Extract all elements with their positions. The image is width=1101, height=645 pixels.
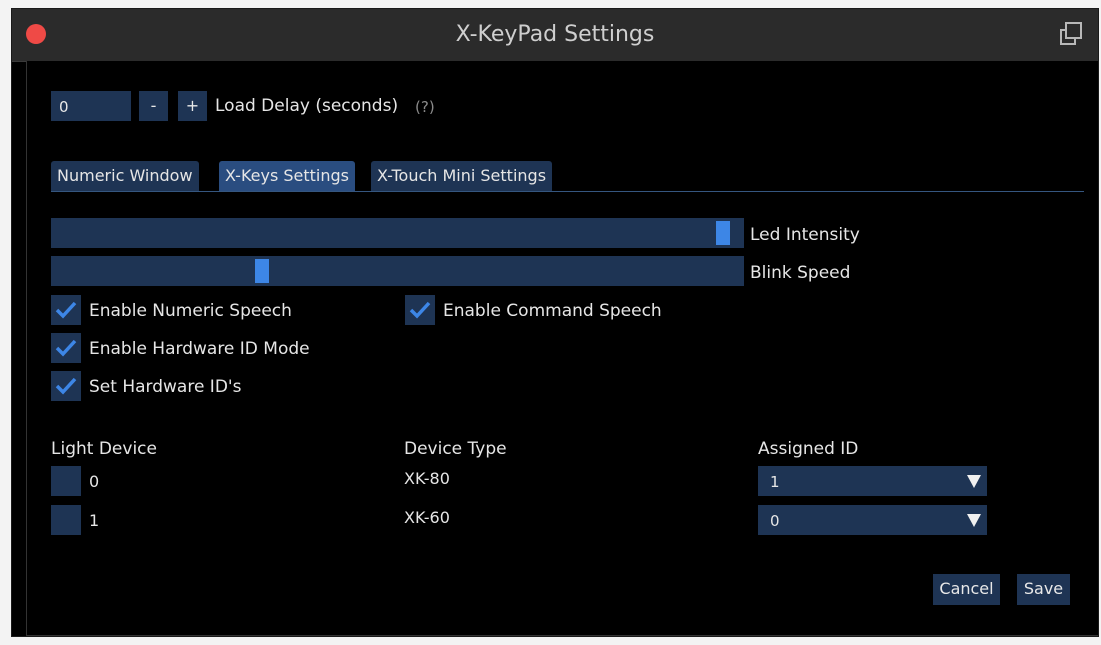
light-device-button-0[interactable]: [51, 466, 81, 496]
device-type: XK-60: [404, 508, 450, 527]
enable-hardware-id-mode-label: Enable Hardware ID Mode: [89, 339, 310, 359]
save-button[interactable]: Save: [1017, 574, 1070, 605]
assigned-id-select-0[interactable]: 1: [758, 466, 987, 496]
tab-divider: [51, 191, 1084, 192]
led-intensity-slider[interactable]: [51, 218, 744, 248]
assigned-id-select-1[interactable]: 0: [758, 505, 987, 535]
triangle-down-icon: [967, 475, 981, 488]
load-delay-help-icon[interactable]: (?): [415, 98, 435, 116]
set-hardware-ids-label: Set Hardware ID's: [89, 377, 242, 397]
enable-numeric-speech-label: Enable Numeric Speech: [89, 301, 292, 321]
assigned-id-value: 1: [770, 473, 780, 491]
dropdown-toggle[interactable]: [957, 466, 987, 496]
led-intensity-slider-thumb[interactable]: [716, 221, 730, 245]
light-device-button-1[interactable]: [51, 505, 81, 535]
tab-x-touch-mini-settings[interactable]: X-Touch Mini Settings: [371, 161, 553, 191]
device-index: 0: [89, 472, 100, 491]
load-delay-input[interactable]: 0: [51, 91, 131, 121]
dropdown-toggle[interactable]: [957, 505, 987, 535]
checkmark-icon: [55, 377, 77, 395]
blink-speed-slider[interactable]: [51, 256, 744, 286]
checkmark-icon: [409, 301, 431, 319]
blink-speed-slider-thumb[interactable]: [255, 259, 269, 283]
settings-window: X-KeyPad Settings 0 - + Load Delay (seco…: [11, 8, 1099, 637]
enable-hardware-id-mode-checkbox[interactable]: [51, 333, 81, 363]
popout-window-icon[interactable]: [1058, 21, 1084, 47]
device-type-header: Device Type: [404, 439, 507, 459]
cancel-button[interactable]: Cancel: [933, 574, 1000, 605]
enable-command-speech-checkbox[interactable]: [405, 295, 435, 325]
window-title: X-KeyPad Settings: [455, 22, 655, 47]
tab-numeric-window[interactable]: Numeric Window: [51, 161, 199, 191]
enable-command-speech-label: Enable Command Speech: [443, 301, 662, 321]
led-intensity-label: Led Intensity: [750, 225, 860, 245]
checkmark-icon: [55, 301, 77, 319]
device-type: XK-80: [404, 469, 450, 488]
checkmark-icon: [55, 339, 77, 357]
tab-x-keys-settings[interactable]: X-Keys Settings: [219, 161, 355, 191]
assigned-id-value: 0: [770, 512, 780, 530]
triangle-down-icon: [967, 514, 981, 527]
enable-numeric-speech-checkbox[interactable]: [51, 295, 81, 325]
load-delay-decrease-button[interactable]: -: [139, 91, 168, 121]
title-bar[interactable]: X-KeyPad Settings: [12, 9, 1098, 62]
light-device-header: Light Device: [51, 439, 157, 459]
device-index: 1: [89, 511, 100, 530]
settings-body: 0 - + Load Delay (seconds) (?) Numeric W…: [26, 61, 1098, 636]
load-delay-increase-button[interactable]: +: [178, 91, 207, 121]
blink-speed-label: Blink Speed: [750, 263, 851, 283]
assigned-id-header: Assigned ID: [758, 439, 859, 459]
load-delay-label: Load Delay (seconds): [215, 96, 399, 116]
set-hardware-ids-checkbox[interactable]: [51, 371, 81, 401]
